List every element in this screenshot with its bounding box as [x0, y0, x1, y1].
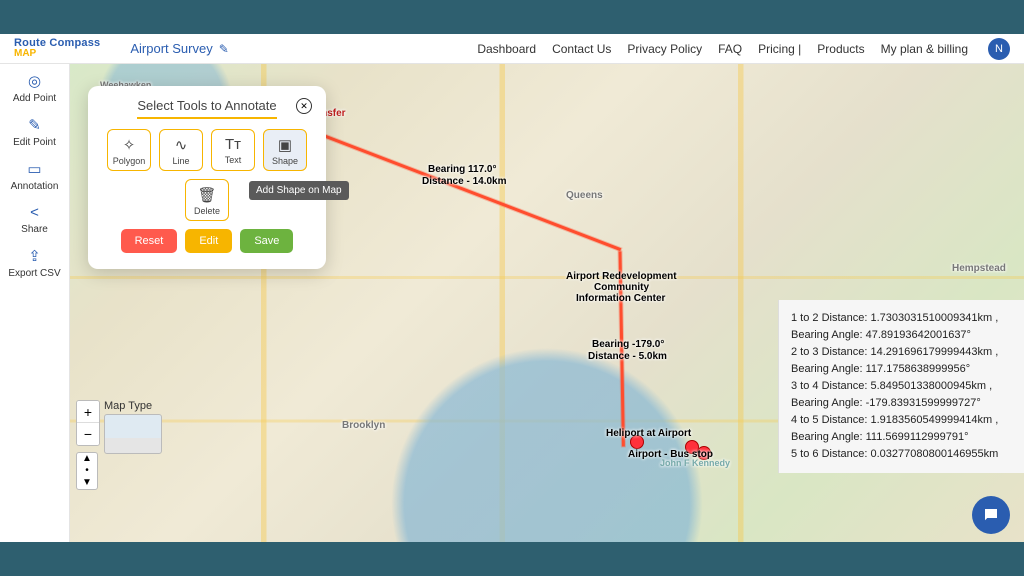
logo-bottom: MAP	[14, 49, 100, 59]
tooltip: Add Shape on Map	[249, 181, 349, 200]
sidebar-icon: ◎	[28, 72, 41, 90]
survey-title: Airport Survey	[130, 41, 212, 56]
info-line: 2 to 3 Distance: 14.291696179999443km ,	[791, 344, 1012, 361]
tool-line[interactable]: ∿ Line	[159, 129, 203, 171]
nav-dashboard[interactable]: Dashboard	[477, 42, 536, 56]
edit-survey-icon[interactable]: ✎	[219, 42, 229, 56]
tool-shape[interactable]: ▣ Shape	[263, 129, 307, 171]
info-line: Bearing Angle: 111.5699112999791°	[791, 429, 1012, 446]
panel-close-button[interactable]: ✕	[296, 98, 312, 114]
logo[interactable]: Route Compass MAP	[14, 38, 100, 59]
map-type-label: Map Type	[104, 400, 162, 412]
pan-dot-icon[interactable]: •	[85, 465, 89, 477]
map-label: Queens	[566, 190, 603, 201]
pan-control[interactable]: ▲ • ▼	[76, 452, 98, 490]
map-label: Heliport at Airport	[606, 428, 691, 439]
pan-up-icon[interactable]: ▲	[82, 453, 92, 465]
tool-label: Shape	[272, 156, 298, 166]
annotate-panel: Select Tools to Annotate ✕ ✧ Polygon ∿ Line…	[88, 86, 326, 269]
polygon-icon: ✧	[123, 136, 136, 154]
sidebar: ◎ Add Point ✎ Edit Point ▭ Annotation < Share ⇪ E…	[0, 64, 70, 542]
map-label: Information Center	[576, 293, 665, 304]
text-icon: Tᴛ	[225, 136, 241, 153]
tool-label: Line	[172, 156, 189, 166]
sidebar-label: Export CSV	[8, 268, 60, 279]
map-type-thumbnail[interactable]	[104, 414, 162, 454]
chat-icon	[982, 506, 1000, 524]
pan-down-icon[interactable]: ▼	[82, 477, 92, 489]
sidebar-add-point[interactable]: ◎ Add Point	[13, 72, 56, 104]
sidebar-icon: ▭	[27, 160, 41, 178]
nav-contact-us[interactable]: Contact Us	[552, 42, 611, 56]
shape-icon: ▣	[278, 136, 292, 154]
info-line: 3 to 4 Distance: 5.849501338000945km ,	[791, 378, 1012, 395]
save-button[interactable]: Save	[240, 229, 293, 253]
panel-title: Select Tools to Annotate	[137, 98, 276, 119]
info-line: Bearing Angle: 47.89193642001637°	[791, 327, 1012, 344]
tool-label: Text	[225, 155, 242, 165]
sidebar-icon: <	[30, 204, 39, 221]
sidebar-export-csv[interactable]: ⇪ Export CSV	[8, 247, 60, 279]
nav-pricing-[interactable]: Pricing |	[758, 42, 801, 56]
map-label: Distance - 14.0km	[422, 176, 507, 187]
distance-info-panel: 1 to 2 Distance: 1.7303031510009341km ,B…	[778, 300, 1024, 473]
nav-faq[interactable]: FAQ	[718, 42, 742, 56]
tool-label: Polygon	[113, 156, 146, 166]
info-line: Bearing Angle: -179.83931599999727°	[791, 395, 1012, 412]
info-line: Bearing Angle: 117.1758638999956°	[791, 361, 1012, 378]
map-label: Bearing -179.0°	[592, 339, 664, 350]
nav-my-plan-billing[interactable]: My plan & billing	[881, 42, 968, 56]
line-icon: ∿	[175, 136, 188, 154]
info-line: 5 to 6 Distance: 0.03277080800146955km	[791, 446, 1012, 463]
map-label: Bearing 117.0°	[428, 164, 496, 175]
sidebar-icon: ✎	[28, 116, 41, 134]
map-label: Hempstead	[952, 263, 1006, 274]
sidebar-icon: ⇪	[28, 247, 41, 265]
map-label: Community	[594, 282, 649, 293]
top-nav: Dashboard Contact Us Privacy Policy FAQ Pric…	[477, 38, 1010, 60]
nav-privacy-policy[interactable]: Privacy Policy	[627, 42, 702, 56]
edit-button[interactable]: Edit	[185, 229, 232, 253]
tool-text[interactable]: Tᴛ Text	[211, 129, 255, 171]
map-label: Airport Redevelopment	[566, 271, 677, 282]
sidebar-label: Add Point	[13, 93, 56, 104]
avatar[interactable]: N	[988, 38, 1010, 60]
tool-delete[interactable]: 🗑 Delete	[185, 179, 229, 221]
chat-fab[interactable]	[972, 496, 1010, 534]
nav-products[interactable]: Products	[817, 42, 864, 56]
info-line: 4 to 5 Distance: 1.9183560549999414km ,	[791, 412, 1012, 429]
tool-polygon[interactable]: ✧ Polygon	[107, 129, 151, 171]
zoom-out-button[interactable]: −	[77, 423, 99, 445]
map-label: John F Kennedy	[660, 458, 730, 468]
map-label: Brooklyn	[342, 420, 385, 431]
sidebar-label: Share	[21, 224, 48, 235]
sidebar-label: Annotation	[11, 181, 59, 192]
tool-label: Delete	[194, 206, 220, 216]
trash-icon: 🗑	[197, 186, 216, 204]
zoom-control: + −	[76, 400, 100, 446]
reset-button[interactable]: Reset	[121, 229, 178, 253]
header: Route Compass MAP Airport Survey ✎ Dashb…	[0, 34, 1024, 64]
info-line: 1 to 2 Distance: 1.7303031510009341km ,	[791, 310, 1012, 327]
sidebar-edit-point[interactable]: ✎ Edit Point	[13, 116, 56, 148]
map-label: Distance - 5.0km	[588, 351, 667, 362]
sidebar-annotation[interactable]: ▭ Annotation	[11, 160, 59, 192]
sidebar-share[interactable]: < Share	[21, 204, 48, 235]
zoom-in-button[interactable]: +	[77, 401, 99, 423]
map-type-control[interactable]: Map Type	[104, 400, 162, 454]
sidebar-label: Edit Point	[13, 137, 56, 148]
